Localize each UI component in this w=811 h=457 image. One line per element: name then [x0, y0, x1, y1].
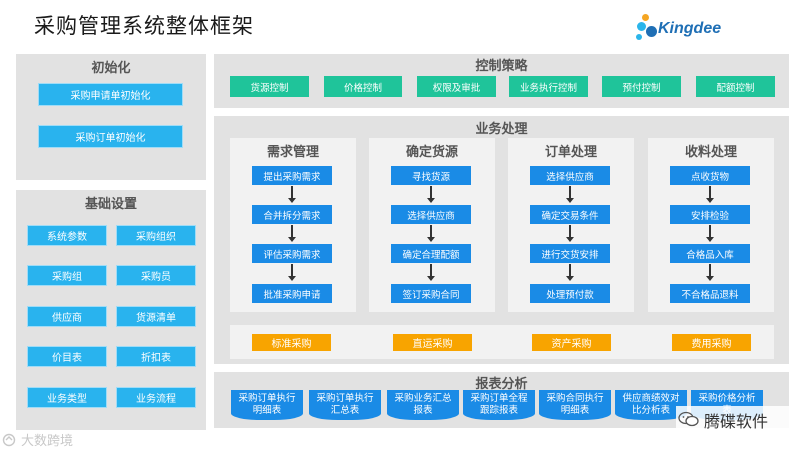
kingdee-logo-text: Kingdee [658, 20, 722, 37]
basic-item-supplier[interactable]: 供应商 [27, 306, 107, 327]
wechat-account-overlay: 腾碟软件 [676, 406, 806, 432]
flow-arrow-icon [566, 186, 574, 203]
business-column-order: 订单处理 选择供应商 确定交易条件 进行交货安排 处理预付款 [508, 138, 634, 312]
control-item-source[interactable]: 货源控制 [230, 76, 309, 97]
basic-item-system-params[interactable]: 系统参数 [27, 225, 107, 246]
control-strategy-panel-title: 控制策略 [475, 59, 528, 74]
flow-step[interactable]: 安排检验 [670, 205, 750, 224]
flow-step[interactable]: 合格品入库 [670, 244, 750, 263]
type-drop-ship-purchase[interactable]: 直运采购 [393, 334, 472, 351]
report-label-line: 明细表 [560, 405, 590, 416]
watermark-logo-icon [2, 433, 16, 447]
basic-item-business-flow[interactable]: 业务流程 [116, 387, 196, 408]
page-title: 采购管理系统整体框架 [34, 14, 254, 38]
flow-step[interactable]: 选择供应商 [530, 166, 610, 185]
report-label-line: 采购价格分析 [698, 393, 756, 404]
basic-item-buyer[interactable]: 采购员 [116, 265, 196, 286]
flow-arrow-icon [427, 225, 435, 242]
business-column-title: 收料处理 [684, 145, 737, 160]
control-item-execution[interactable]: 业务执行控制 [509, 76, 588, 97]
wechat-icon [678, 411, 699, 427]
report-label-line: 报表 [413, 405, 433, 416]
business-column-receiving: 收料处理 点收货物 安排检验 合格品入库 不合格品退料 [648, 138, 774, 312]
flow-arrow-icon [288, 186, 296, 203]
basic-item-business-type[interactable]: 业务类型 [27, 387, 107, 408]
flow-step[interactable]: 提出采购需求 [252, 166, 332, 185]
watermark-text: 大数跨境 [21, 434, 74, 449]
report-label-line: 采购业务汇总 [394, 393, 452, 404]
report-label-line: 供应商绩效对 [622, 393, 680, 404]
flow-step[interactable]: 签订采购合同 [391, 284, 471, 303]
kingdee-logo-mark-icon [634, 14, 658, 42]
flow-arrow-icon [566, 264, 574, 281]
report-label-line: 采购订单执行 [238, 393, 296, 404]
flow-arrow-icon [706, 186, 714, 203]
control-item-approval[interactable]: 权限及审批 [417, 76, 496, 97]
type-expense-purchase[interactable]: 费用采购 [672, 334, 751, 351]
business-column-source: 确定货源 寻找货源 选择供应商 确定合理配额 签订采购合同 [369, 138, 495, 312]
flow-step[interactable]: 评估采购需求 [252, 244, 332, 263]
flow-step[interactable]: 处理预付款 [530, 284, 610, 303]
basic-settings-panel-title: 基础设置 [84, 197, 137, 212]
report-order-tracking[interactable]: 采购订单全程 跟踪报表 [463, 390, 535, 420]
type-asset-purchase[interactable]: 资产采购 [532, 334, 611, 351]
report-label-line: 明细表 [252, 405, 282, 416]
init-panel-title: 初始化 [91, 61, 131, 76]
flow-step[interactable]: 确定交易条件 [530, 205, 610, 224]
report-order-exec-detail[interactable]: 采购订单执行 明细表 [231, 390, 303, 420]
init-panel: 初始化 [16, 54, 206, 180]
flow-arrow-icon [288, 225, 296, 242]
flow-step[interactable]: 批准采购申请 [252, 284, 332, 303]
flow-step[interactable]: 寻找货源 [391, 166, 471, 185]
type-standard-purchase[interactable]: 标准采购 [252, 334, 331, 351]
business-column-title: 需求管理 [266, 145, 319, 160]
flow-arrow-icon [566, 225, 574, 242]
report-contract-exec-detail[interactable]: 采购合同执行 明细表 [539, 390, 611, 420]
report-label-line: 采购合同执行 [546, 393, 604, 404]
flow-step[interactable]: 点收货物 [670, 166, 750, 185]
flow-arrow-icon [427, 264, 435, 281]
basic-item-price-list[interactable]: 价目表 [27, 346, 107, 367]
control-item-price[interactable]: 价格控制 [324, 76, 402, 97]
watermark: 大数跨境 [2, 430, 73, 449]
business-panel-title: 业务处理 [475, 122, 528, 137]
report-label-line: 采购订单全程 [470, 393, 528, 404]
report-label-line: 汇总表 [330, 405, 360, 416]
flow-step[interactable]: 确定合理配额 [391, 244, 471, 263]
init-item-purchase-order[interactable]: 采购订单初始化 [38, 125, 183, 148]
basic-item-discount-list[interactable]: 折扣表 [116, 346, 196, 367]
report-label-line: 采购订单执行 [316, 393, 374, 404]
flow-step[interactable]: 合并拆分需求 [252, 205, 332, 224]
flow-step[interactable]: 选择供应商 [391, 205, 471, 224]
kingdee-logo: Kingdee [632, 14, 732, 46]
control-item-quota[interactable]: 配额控制 [696, 76, 775, 97]
business-column-demand: 需求管理 提出采购需求 合并拆分需求 评估采购需求 批准采购申请 [230, 138, 356, 312]
control-item-prepayment[interactable]: 预付控制 [602, 76, 681, 97]
flow-step[interactable]: 进行交货安排 [530, 244, 610, 263]
flow-arrow-icon [288, 264, 296, 281]
flow-arrow-icon [706, 225, 714, 242]
report-business-summary[interactable]: 采购业务汇总 报表 [387, 390, 459, 420]
init-item-purchase-request[interactable]: 采购申请单初始化 [38, 83, 183, 106]
basic-item-purchase-org[interactable]: 采购组织 [116, 225, 196, 246]
basic-item-source-list[interactable]: 货源清单 [116, 306, 196, 327]
report-order-exec-summary[interactable]: 采购订单执行 汇总表 [309, 390, 381, 420]
flow-step[interactable]: 不合格品退料 [670, 284, 750, 303]
wechat-account-name: 腾碟软件 [704, 412, 769, 431]
report-label-line: 跟踪报表 [479, 405, 518, 416]
basic-item-purchase-group[interactable]: 采购组 [27, 265, 107, 286]
business-column-title: 订单处理 [544, 145, 597, 160]
business-column-title: 确定货源 [405, 145, 458, 160]
flow-arrow-icon [427, 186, 435, 203]
flow-arrow-icon [706, 264, 714, 281]
